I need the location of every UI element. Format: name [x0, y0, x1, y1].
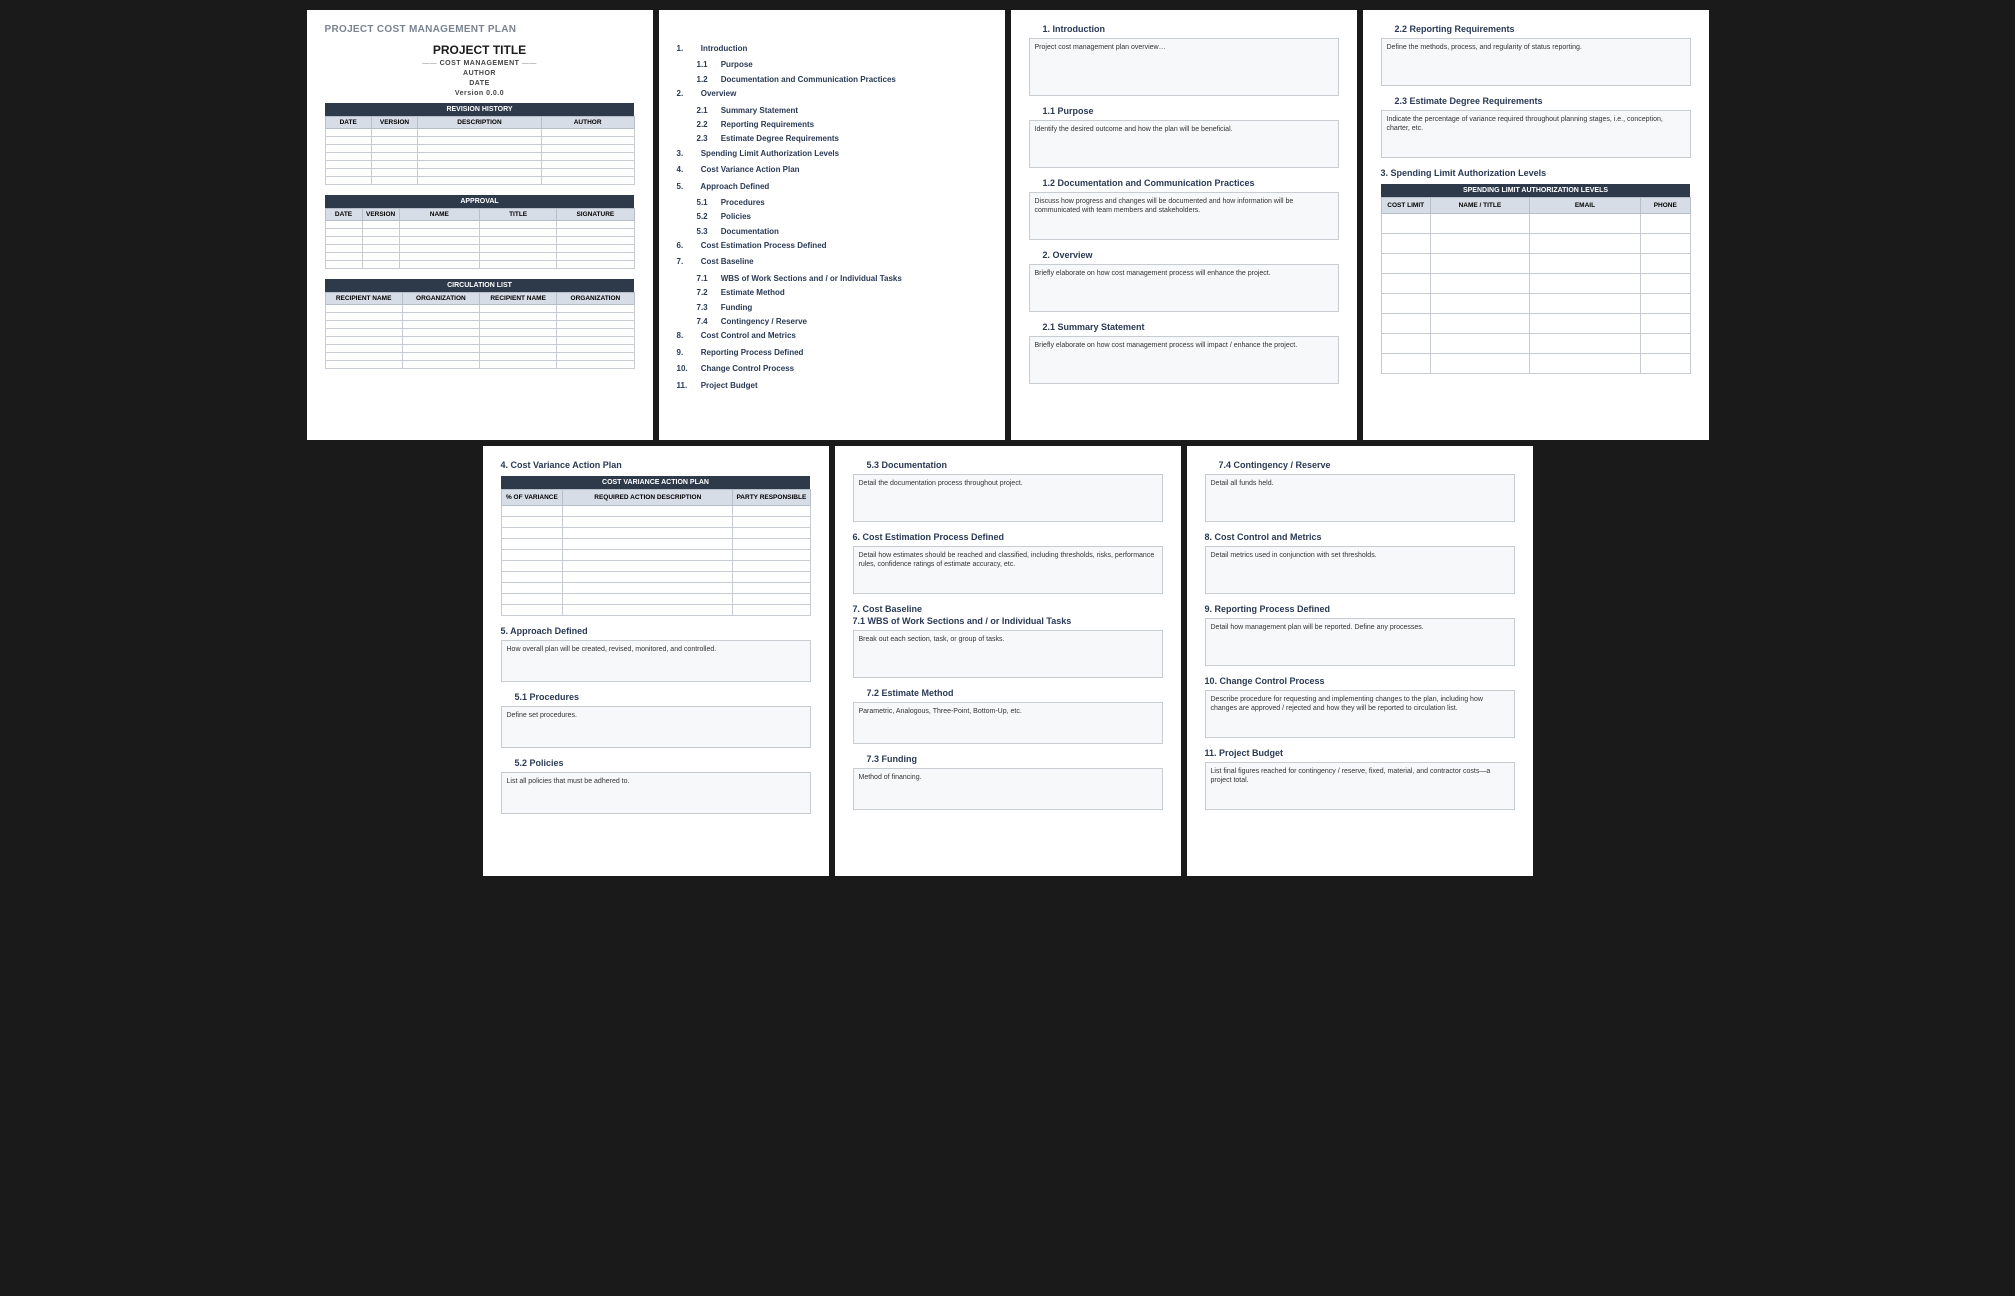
box-6: Detail how estimates should be reached a…	[853, 546, 1163, 594]
page-toc: 1. Introduction 1.1 Purpose1.2 Documentat…	[659, 10, 1005, 440]
toc-item: 4. Cost Variance Action Plan	[677, 163, 987, 177]
heading-11: 11. Project Budget	[1205, 748, 1515, 758]
heading-7-1: 7.1 WBS of Work Sections and / or Indivi…	[853, 616, 1163, 626]
spending-limit-table: SPENDING LIMIT AUTHORIZATION LEVELS COST…	[1381, 184, 1691, 374]
page-cover: PROJECT COST MANAGEMENT PLAN PROJECT TIT…	[307, 10, 653, 440]
box-10: Describe procedure for requesting and im…	[1205, 690, 1515, 738]
heading-1: 1. Introduction	[1043, 24, 1339, 34]
toc-item: 1. Introduction	[677, 42, 987, 56]
project-title: PROJECT TITLE	[325, 43, 635, 57]
revision-history-table: REVISION HISTORY DATE VERSION DESCRIPTIO…	[325, 103, 635, 185]
box-8: Detail metrics used in conjunction with …	[1205, 546, 1515, 594]
page-5: 4. Cost Variance Action Plan COST VARIAN…	[483, 446, 829, 876]
heading-2-1: 2.1 Summary Statement	[1043, 322, 1339, 332]
heading-1-2: 1.2 Documentation and Communication Prac…	[1043, 178, 1339, 188]
approval-title: APPROVAL	[325, 195, 634, 209]
page-6: 5.3 Documentation Detail the documentati…	[835, 446, 1181, 876]
heading-8: 8. Cost Control and Metrics	[1205, 532, 1515, 542]
toc-item: 2. Overview	[677, 87, 987, 101]
box-7-3: Method of financing.	[853, 768, 1163, 810]
box-7-2: Parametric, Analogous, Three-Point, Bott…	[853, 702, 1163, 744]
box-5-3: Detail the documentation process through…	[853, 474, 1163, 522]
heading-9: 9. Reporting Process Defined	[1205, 604, 1515, 614]
toc-item: 7. Cost Baseline	[677, 255, 987, 269]
box-1-2: Discuss how progress and changes will be…	[1029, 192, 1339, 240]
subtitle: COST MANAGEMENT	[325, 60, 635, 67]
box-2: Briefly elaborate on how cost management…	[1029, 264, 1339, 312]
spending-limit-title: SPENDING LIMIT AUTHORIZATION LEVELS	[1381, 184, 1690, 198]
page-4: 2.2 Reporting Requirements Define the me…	[1363, 10, 1709, 440]
version-label: Version 0.0.0	[325, 90, 635, 97]
toc-sub-item: 7.3 Funding	[677, 301, 987, 315]
box-5-2: List all policies that must be adhered t…	[501, 772, 811, 814]
heading-1-1: 1.1 Purpose	[1043, 106, 1339, 116]
toc-sub-item: 2.1 Summary Statement	[677, 104, 987, 118]
heading-7-2: 7.2 Estimate Method	[867, 688, 1163, 698]
box-5-1: Define set procedures.	[501, 706, 811, 748]
toc-sub-item: 5.1 Procedures	[677, 196, 987, 210]
toc-item: 10. Change Control Process	[677, 362, 987, 376]
heading-2: 2. Overview	[1043, 250, 1339, 260]
toc-sub-item: 1.1 Purpose	[677, 58, 987, 72]
circulation-table: CIRCULATION LIST RECIPIENT NAME ORGANIZA…	[325, 279, 635, 369]
heading-5-2: 5.2 Policies	[515, 758, 811, 768]
toc-sub-item: 5.3 Documentation	[677, 225, 987, 239]
toc-item: 9. Reporting Process Defined	[677, 346, 987, 360]
page-7: 7.4 Contingency / Reserve Detail all fun…	[1187, 446, 1533, 876]
box-7-1: Break out each section, task, or group o…	[853, 630, 1163, 678]
box-7-4: Detail all funds held.	[1205, 474, 1515, 522]
heading-5-1: 5.1 Procedures	[515, 692, 811, 702]
heading-10: 10. Change Control Process	[1205, 676, 1515, 686]
table-of-contents: 1. Introduction 1.1 Purpose1.2 Documentat…	[677, 42, 987, 393]
toc-item: 6. Cost Estimation Process Defined	[677, 239, 987, 253]
box-2-3: Indicate the percentage of variance requ…	[1381, 110, 1691, 158]
box-1-1: Identify the desired outcome and how the…	[1029, 120, 1339, 168]
toc-sub-item: 2.3 Estimate Degree Requirements	[677, 132, 987, 146]
toc-sub-item: 7.2 Estimate Method	[677, 286, 987, 300]
heading-5: 5. Approach Defined	[501, 626, 811, 636]
heading-2-2: 2.2 Reporting Requirements	[1395, 24, 1691, 34]
toc-sub-item: 2.2 Reporting Requirements	[677, 118, 987, 132]
circulation-title: CIRCULATION LIST	[325, 279, 634, 293]
box-9: Detail how management plan will be repor…	[1205, 618, 1515, 666]
heading-7-4: 7.4 Contingency / Reserve	[1219, 460, 1515, 470]
heading-6: 6. Cost Estimation Process Defined	[853, 532, 1163, 542]
heading-5-3: 5.3 Documentation	[867, 460, 1163, 470]
box-1: Project cost management plan overview…	[1029, 38, 1339, 96]
author-label: AUTHOR	[325, 70, 635, 77]
heading-3: 3. Spending Limit Authorization Levels	[1381, 168, 1691, 178]
box-2-2: Define the methods, process, and regular…	[1381, 38, 1691, 86]
box-11: List final figures reached for contingen…	[1205, 762, 1515, 810]
toc-item: 3. Spending Limit Authorization Levels	[677, 147, 987, 161]
toc-item: 11. Project Budget	[677, 379, 987, 393]
heading-7: 7. Cost Baseline	[853, 604, 1163, 614]
box-5: How overall plan will be created, revise…	[501, 640, 811, 682]
revision-history-title: REVISION HISTORY	[325, 103, 634, 117]
toc-sub-item: 7.4 Contingency / Reserve	[677, 315, 987, 329]
toc-sub-item: 5.2 Policies	[677, 210, 987, 224]
cost-variance-table: COST VARIANCE ACTION PLAN % OF VARIANCE …	[501, 476, 811, 616]
box-2-1: Briefly elaborate on how cost management…	[1029, 336, 1339, 384]
document-title: PROJECT COST MANAGEMENT PLAN	[325, 24, 635, 35]
date-label: DATE	[325, 80, 635, 87]
approval-table: APPROVAL DATE VERSION NAME TITLE SIGNATU…	[325, 195, 635, 269]
page-3: 1. Introduction Project cost management …	[1011, 10, 1357, 440]
toc-sub-item: 1.2 Documentation and Communication Prac…	[677, 73, 987, 87]
heading-4: 4. Cost Variance Action Plan	[501, 460, 811, 470]
toc-item: 8. Cost Control and Metrics	[677, 329, 987, 343]
toc-item: 5. Approach Defined	[677, 180, 987, 194]
heading-7-3: 7.3 Funding	[867, 754, 1163, 764]
heading-2-3: 2.3 Estimate Degree Requirements	[1395, 96, 1691, 106]
toc-sub-item: 7.1 WBS of Work Sections and / or Indivi…	[677, 272, 987, 286]
cost-variance-title: COST VARIANCE ACTION PLAN	[501, 476, 810, 490]
